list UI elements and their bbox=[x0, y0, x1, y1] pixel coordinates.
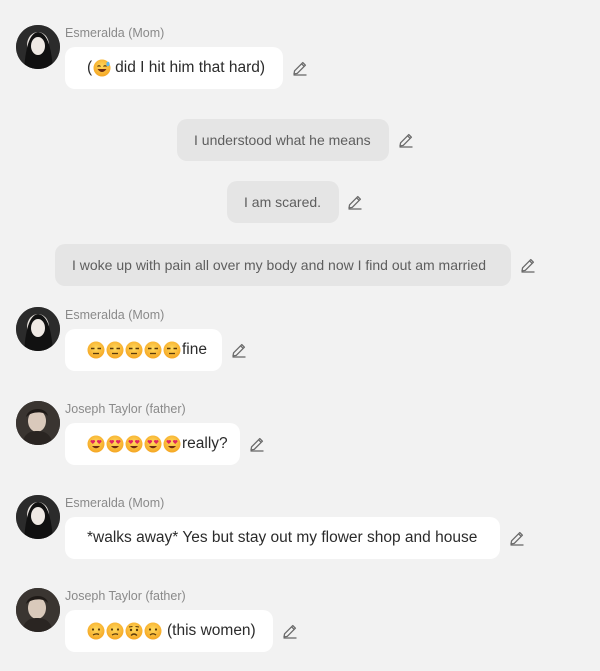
emoji-row bbox=[87, 622, 163, 640]
heart-eyes-emoji-icon bbox=[106, 435, 124, 453]
avatar-joseph[interactable] bbox=[16, 401, 60, 445]
confused-emoji-icon bbox=[106, 622, 124, 640]
message-text: I woke up with pain all over my body and… bbox=[72, 257, 486, 273]
avatar-esmeralda[interactable] bbox=[16, 307, 60, 351]
message-text: I understood what he means bbox=[194, 132, 371, 148]
heart-eyes-emoji-icon bbox=[87, 435, 105, 453]
unamused-emoji-icon bbox=[106, 341, 124, 359]
avatar-esmeralda[interactable] bbox=[16, 495, 60, 539]
heart-eyes-emoji-icon bbox=[125, 435, 143, 453]
message-text: did I hit him that hard) bbox=[115, 59, 266, 76]
sender-name: Joseph Taylor (father) bbox=[65, 402, 186, 416]
pencil-icon[interactable] bbox=[398, 132, 414, 148]
confused-emoji-icon bbox=[87, 622, 105, 640]
worried-emoji-icon bbox=[125, 622, 143, 640]
sender-name: Esmeralda (Mom) bbox=[65, 496, 165, 510]
avatar-esmeralda[interactable] bbox=[16, 25, 60, 69]
sender-name: Esmeralda (Mom) bbox=[65, 308, 165, 322]
emoji-row bbox=[87, 435, 182, 453]
unamused-emoji-icon bbox=[163, 341, 181, 359]
pencil-icon[interactable] bbox=[520, 257, 536, 273]
message-bubble: really? bbox=[65, 423, 240, 465]
message-bubble: ( did I hit him that hard) bbox=[65, 47, 283, 89]
unamused-emoji-icon bbox=[144, 341, 162, 359]
sender-name: Esmeralda (Mom) bbox=[65, 26, 165, 40]
frowning-emoji-icon bbox=[144, 622, 162, 640]
message-text: (this women) bbox=[167, 622, 256, 639]
heart-eyes-emoji-icon bbox=[144, 435, 162, 453]
unamused-emoji-icon bbox=[125, 341, 143, 359]
message-bubble-own: I am scared. bbox=[227, 181, 339, 223]
message-bubble-own: I understood what he means bbox=[177, 119, 389, 161]
unamused-emoji-icon bbox=[87, 341, 105, 359]
message-bubble: fine bbox=[65, 329, 222, 371]
message-bubble: (this women) bbox=[65, 610, 273, 652]
message-bubble: *walks away* Yes but stay out my flower … bbox=[65, 517, 500, 559]
pencil-icon[interactable] bbox=[509, 530, 525, 546]
pencil-icon[interactable] bbox=[347, 194, 363, 210]
message-bubble-own: I woke up with pain all over my body and… bbox=[55, 244, 511, 286]
paren-open: ( bbox=[87, 59, 93, 76]
heart-eyes-emoji-icon bbox=[163, 435, 181, 453]
pencil-icon[interactable] bbox=[249, 436, 265, 452]
sender-name: Joseph Taylor (father) bbox=[65, 589, 186, 603]
message-text: I am scared. bbox=[244, 194, 322, 210]
message-text: fine bbox=[182, 341, 207, 358]
pencil-icon[interactable] bbox=[231, 342, 247, 358]
emoji-row bbox=[87, 341, 182, 359]
message-text: *walks away* Yes but stay out my flower … bbox=[87, 529, 478, 546]
pencil-icon[interactable] bbox=[292, 60, 308, 76]
pencil-icon[interactable] bbox=[282, 623, 298, 639]
message-text: really? bbox=[182, 435, 228, 452]
avatar-joseph[interactable] bbox=[16, 588, 60, 632]
laughing-sweat-emoji-icon bbox=[93, 59, 111, 77]
